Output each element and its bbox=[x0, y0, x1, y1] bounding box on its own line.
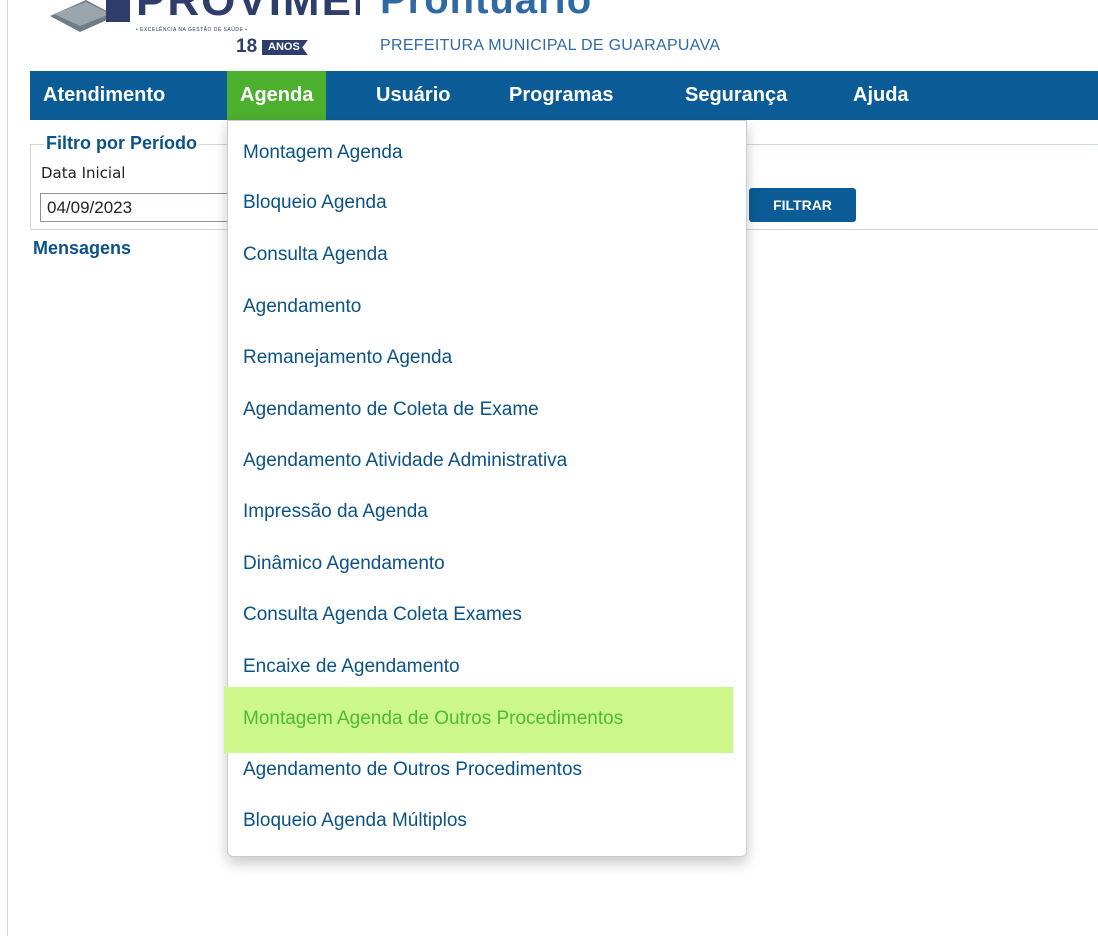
logo-years-badge: ANOS bbox=[262, 40, 308, 55]
main-nav-bar: Atendimento Agenda Usuário Programas Seg… bbox=[30, 71, 1098, 120]
agenda-dropdown-menu: Montagem Agenda Bloqueio Agenda Consulta… bbox=[224, 120, 747, 857]
start-date-label: Data Inicial bbox=[41, 164, 126, 182]
menu-item-bloqueio-agenda[interactable]: Bloqueio Agenda bbox=[228, 183, 746, 223]
app-title: Prontuario bbox=[380, 0, 593, 22]
menu-item-agendamento-atividade-administrativa[interactable]: Agendamento Atividade Administrativa bbox=[228, 441, 746, 481]
nav-item-agenda[interactable]: Agenda bbox=[227, 71, 327, 120]
nav-item-usuario[interactable]: Usuário bbox=[376, 71, 450, 120]
logo-years-number: 18 bbox=[236, 36, 258, 57]
logo-tagline: • EXCELÊNCIA NA GESTÃO DE SAÚDE • bbox=[136, 27, 248, 33]
brand-logo: PROVIMEDIO • EXCELÊNCIA NA GESTÃO DE SAÚ… bbox=[40, 0, 360, 60]
menu-item-montagem-agenda-outros-procedimentos[interactable]: Montagem Agenda de Outros Procedimentos bbox=[224, 687, 733, 753]
logo-wordmark: PROVIMEDIO bbox=[136, 0, 360, 25]
menu-item-consulta-agenda-coleta-exames[interactable]: Consulta Agenda Coleta Exames bbox=[228, 595, 746, 635]
menu-item-encaixe-agendamento[interactable]: Encaixe de Agendamento bbox=[228, 647, 746, 687]
menu-item-agendamento[interactable]: Agendamento bbox=[228, 287, 746, 327]
period-filter-legend: Filtro por Período bbox=[44, 133, 199, 154]
menu-item-impressao-agenda[interactable]: Impressão da Agenda bbox=[228, 492, 746, 532]
menu-item-agendamento-coleta-exame[interactable]: Agendamento de Coleta de Exame bbox=[228, 390, 746, 430]
filter-button[interactable]: FILTRAR bbox=[749, 188, 856, 222]
menu-item-agendamento-outros-procedimentos[interactable]: Agendamento de Outros Procedimentos bbox=[228, 750, 746, 790]
nav-item-ajuda[interactable]: Ajuda bbox=[853, 71, 909, 120]
nav-item-programas[interactable]: Programas bbox=[509, 71, 614, 120]
menu-item-bloqueio-agenda-multiplos[interactable]: Bloqueio Agenda Múltiplos bbox=[228, 801, 746, 841]
nav-item-seguranca[interactable]: Segurança bbox=[685, 71, 787, 120]
logo-emblem-icon bbox=[50, 0, 130, 32]
menu-item-dinamico-agendamento[interactable]: Dinâmico Agendamento bbox=[228, 544, 746, 584]
messages-section-title: Mensagens bbox=[33, 238, 132, 258]
menu-item-consulta-agenda[interactable]: Consulta Agenda bbox=[228, 235, 746, 275]
menu-item-remanejamento-agenda[interactable]: Remanejamento Agenda bbox=[228, 338, 746, 378]
app-subtitle: PREFEITURA MUNICIPAL DE GUARAPUAVA bbox=[380, 37, 721, 54]
menu-item-montagem-agenda[interactable]: Montagem Agenda bbox=[228, 133, 746, 173]
page-left-border bbox=[7, 0, 8, 936]
nav-item-atendimento[interactable]: Atendimento bbox=[43, 71, 165, 120]
